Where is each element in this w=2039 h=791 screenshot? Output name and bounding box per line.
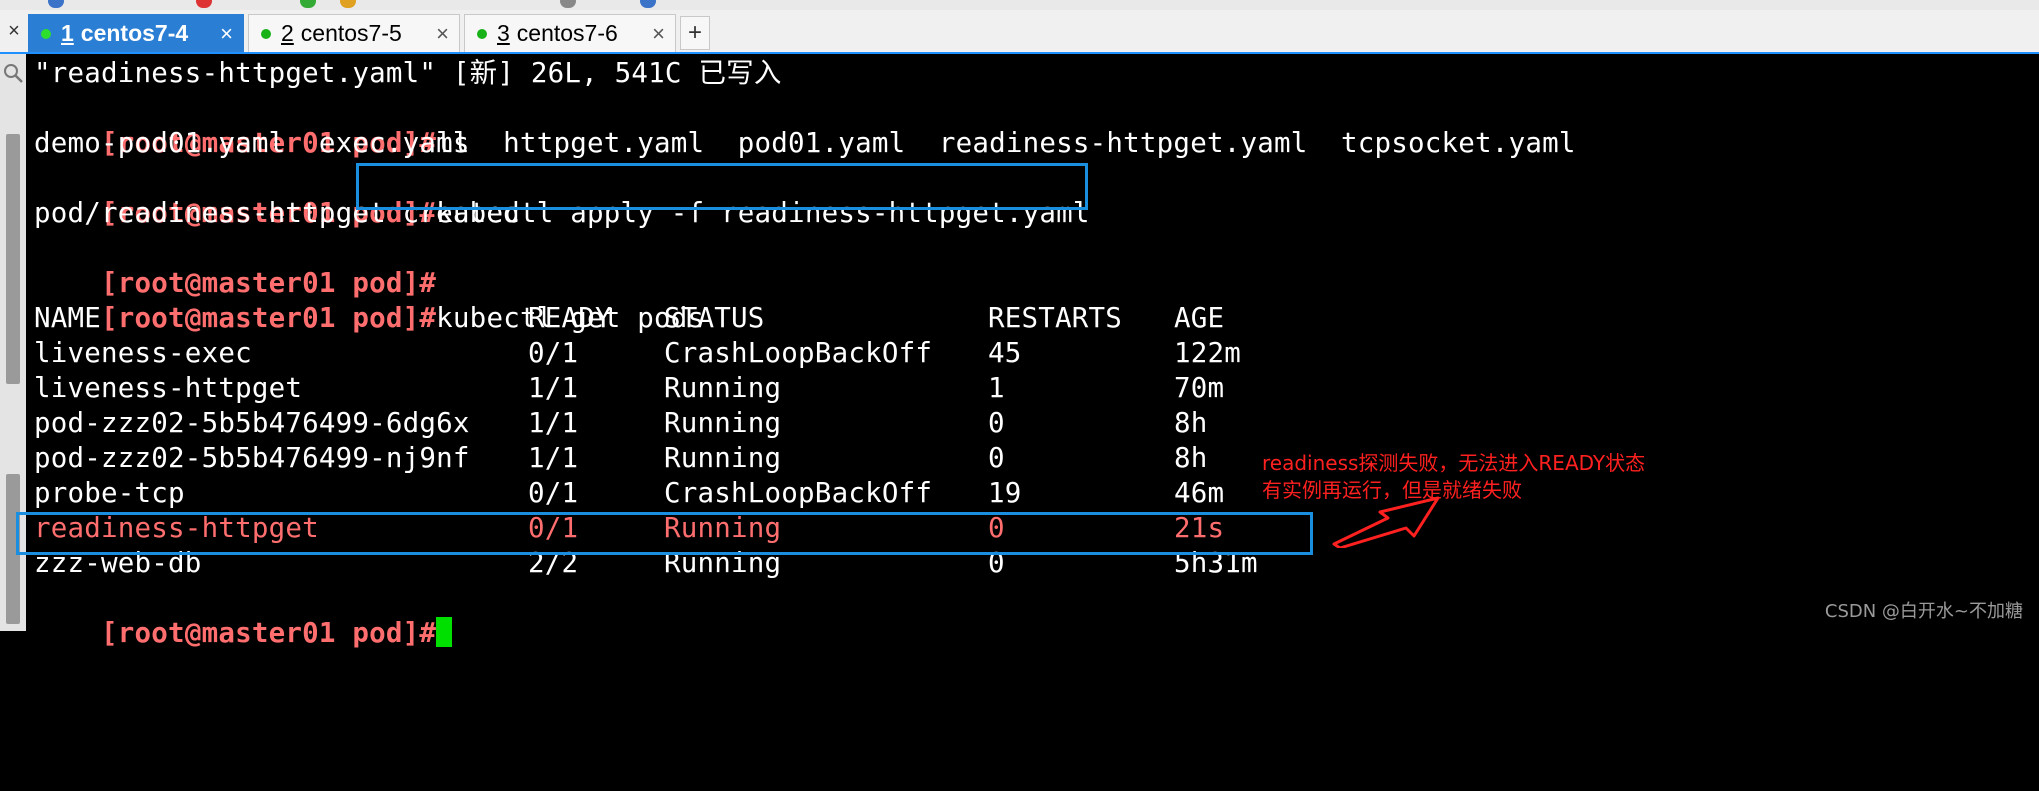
pod-name: pod-zzz02-5b5b476499-nj9nf: [34, 442, 470, 474]
toolbar-icon[interactable]: [560, 0, 576, 8]
toolbar-icon[interactable]: [196, 0, 212, 8]
pod-restarts: 0: [988, 442, 1005, 474]
connected-status-icon: [41, 28, 51, 39]
pod-age: 70m: [1174, 372, 1225, 404]
table-row: liveness-exec 0/1 CrashLoopBackOff 45 12…: [34, 336, 1334, 371]
session-tab-bar: × 1 centos7-4 × 2 centos7-5 × 3 centos7-…: [0, 10, 2039, 54]
connected-status-icon: [477, 28, 487, 39]
pod-status: CrashLoopBackOff: [664, 337, 933, 369]
vim-write-message: "readiness-httpget.yaml" [新] 26L, 541C 已…: [34, 57, 782, 89]
table-row: pod-zzz02-5b5b476499-6dg6x 1/1 Running 0…: [34, 406, 1334, 441]
tab-centos7-4[interactable]: 1 centos7-4 ×: [28, 14, 244, 52]
pod-age: 8h: [1174, 407, 1208, 439]
annotation-arrow-icon: [1332, 496, 1440, 548]
command-line: [root@master01 pod]#kubectl get pods: [34, 266, 704, 334]
readiness-row-highlight-box: [16, 512, 1313, 555]
tab-number: 2: [281, 20, 294, 46]
pod-ready: 1/1: [528, 442, 579, 474]
pod-restarts: 0: [988, 407, 1005, 439]
table-header-row: NAME READY STATUS RESTARTS AGE: [34, 301, 1334, 336]
pod-ready: 1/1: [528, 372, 579, 404]
column-header-ready: READY: [528, 302, 612, 334]
shell-prompt: [root@master01 pod]#: [101, 617, 437, 649]
pod-restarts: 1: [988, 372, 1005, 404]
watermark: CSDN @白开水~不加糖: [1824, 601, 2023, 622]
new-tab-button[interactable]: +: [680, 16, 710, 50]
command-line: [root@master01 pod]#ls: [34, 91, 470, 159]
apply-command-highlight-box: [356, 163, 1088, 210]
pod-ready: 0/1: [528, 477, 579, 509]
pod-restarts: 19: [988, 477, 1022, 509]
toolbar-icon[interactable]: [300, 0, 316, 8]
tab-number: 3: [497, 20, 510, 46]
pod-age: 122m: [1174, 337, 1242, 369]
toolbar-icon[interactable]: [340, 0, 356, 8]
text-cursor: [436, 617, 453, 647]
close-icon[interactable]: ×: [436, 21, 449, 47]
ls-output: demo-pod01.yaml exec.yaml httpget.yaml p…: [34, 127, 1576, 159]
pod-name: liveness-httpget: [34, 372, 303, 404]
column-header-age: AGE: [1174, 302, 1225, 334]
pod-name: liveness-exec: [34, 337, 252, 369]
toolbar-icon[interactable]: [640, 0, 656, 8]
pod-ready: 1/1: [528, 407, 579, 439]
pod-status: Running: [664, 407, 782, 439]
scrollbar-thumb[interactable]: [6, 134, 20, 384]
pod-age: 46m: [1174, 477, 1225, 509]
table-row: pod-zzz02-5b5b476499-nj9nf 1/1 Running 0…: [34, 441, 1334, 476]
tab-number: 1: [61, 20, 74, 46]
tab-label: centos7-5: [300, 20, 402, 46]
tab-label: centos7-4: [80, 20, 189, 46]
toolbar-icon[interactable]: [48, 0, 64, 8]
tab-centos7-5[interactable]: 2 centos7-5 ×: [248, 14, 460, 52]
pod-age: 8h: [1174, 442, 1208, 474]
annotation-note: readiness探测失败，无法进入READY状态 有实例再运行，但是就绪失败: [1262, 450, 1645, 504]
pod-status: Running: [664, 372, 782, 404]
command-line: [root@master01 pod]#: [34, 581, 453, 649]
search-icon[interactable]: [2, 62, 24, 84]
close-all-tabs-button[interactable]: ×: [0, 10, 28, 52]
annotation-line-1: readiness探测失败，无法进入READY状态: [1262, 451, 1646, 475]
top-toolbar-strip: [0, 0, 2039, 10]
column-header-name: NAME: [34, 302, 102, 334]
tab-label: centos7-6: [516, 20, 618, 46]
close-icon[interactable]: ×: [220, 21, 233, 47]
pod-name: probe-tcp: [34, 477, 185, 509]
tab-centos7-6[interactable]: 3 centos7-6 ×: [464, 14, 676, 52]
close-icon[interactable]: ×: [652, 21, 665, 47]
command-line: [root@master01 pod]#: [34, 231, 436, 299]
pod-status: Running: [664, 442, 782, 474]
table-row: liveness-httpget 1/1 Running 1 70m: [34, 371, 1334, 406]
table-row: probe-tcp 0/1 CrashLoopBackOff 19 46m: [34, 476, 1334, 511]
pod-restarts: 45: [988, 337, 1022, 369]
column-header-restarts: RESTARTS: [988, 302, 1123, 334]
pod-ready: 0/1: [528, 337, 579, 369]
connected-status-icon: [261, 28, 271, 39]
pod-status: CrashLoopBackOff: [664, 477, 933, 509]
column-header-status: STATUS: [664, 302, 765, 334]
pod-name: pod-zzz02-5b5b476499-6dg6x: [34, 407, 470, 439]
